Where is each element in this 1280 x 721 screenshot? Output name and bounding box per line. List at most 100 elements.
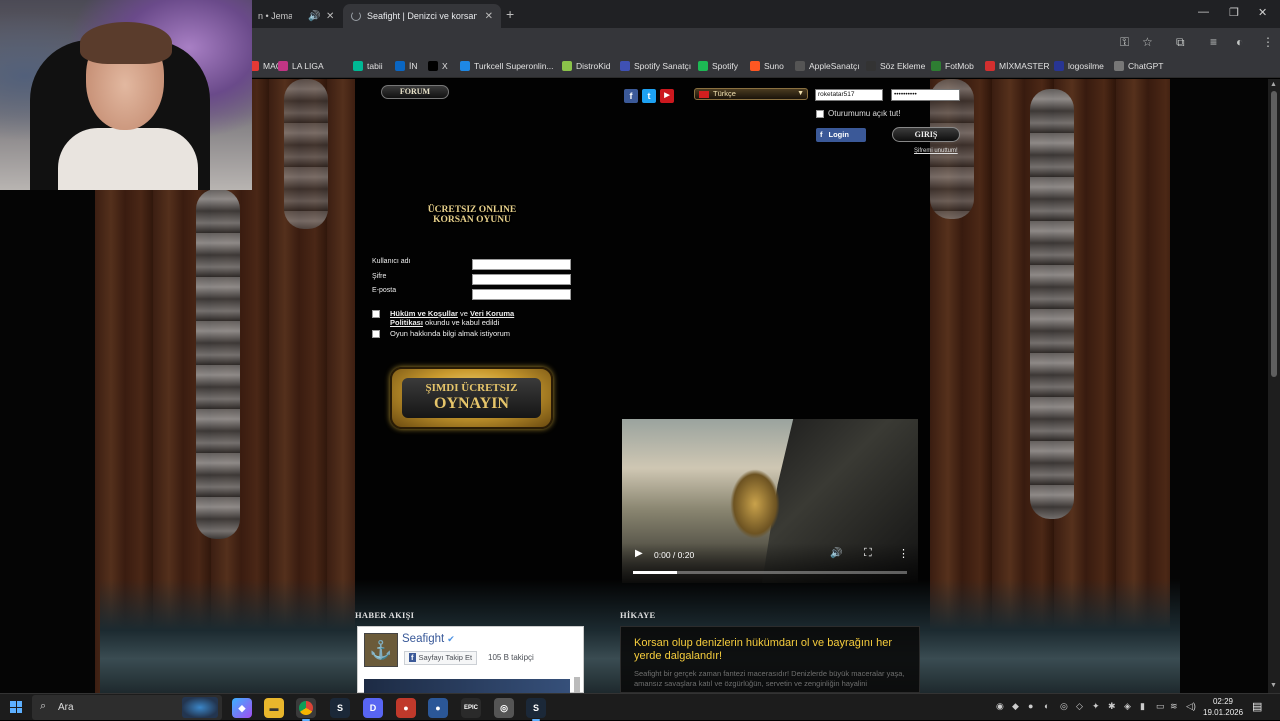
scroll-down-icon[interactable]: ▼ [1270,682,1277,689]
fb-follow-button[interactable]: f Sayfayı Takip Et [404,651,478,665]
bookmark-favicon-icon [620,61,630,71]
tray-icon[interactable]: ◉ [996,701,1004,712]
profile-icon[interactable]: ◐ [1236,35,1243,49]
password-input[interactable] [472,274,571,285]
speaker-icon[interactable]: 🔊 [308,11,320,22]
video-progress-bar[interactable] [633,571,907,574]
story-headline: Korsan olup denizlerin hükümdarı ol ve b… [634,637,893,662]
email-input[interactable] [472,289,571,300]
bookmark-star-icon[interactable]: ☆ [1142,35,1153,49]
bookmark-item[interactable]: tabii [353,61,383,71]
extensions-icon[interactable]: ⧉ [1176,35,1185,50]
tray-icon[interactable]: ◐ [1044,701,1049,711]
discord-icon[interactable]: D [363,698,383,718]
close-icon[interactable]: ✕ [485,11,493,22]
steam-running-icon[interactable]: S [526,698,546,721]
youtube-icon[interactable]: ▶ [660,89,674,103]
bookmark-item[interactable]: LA LIGA [278,61,324,71]
taskbar-clock[interactable]: 02:29 19.01.2026 [1203,696,1243,718]
wifi-icon[interactable]: ≋ [1170,701,1178,712]
terms-checkbox[interactable] [372,310,380,318]
tray-icon[interactable]: ◇ [1076,701,1083,712]
window-close-icon[interactable]: ✕ [1258,6,1267,19]
terms-suffix: okundu ve kabul edildi [422,318,500,327]
header-username-input[interactable]: roketatar517 [815,89,883,101]
epic-games-icon[interactable]: EPIC [461,698,481,718]
bookmark-item[interactable]: DistroKid [562,61,610,71]
volume-icon[interactable]: 🔊 [830,548,842,559]
page-scrollbar[interactable]: ▲ ▼ [1268,79,1280,693]
fb-follow-label: Sayfayı Takip Et [418,653,473,662]
twitter-icon[interactable]: t [642,89,656,103]
windows-start-icon[interactable] [10,701,22,713]
bookmark-item[interactable]: logosilme [1054,61,1104,71]
bookmark-item[interactable]: FotMob [931,61,974,71]
app-icon-blue[interactable]: ● [428,698,448,718]
tray-icon[interactable]: ✦ [1092,701,1100,712]
play-icon[interactable]: ▶ [635,548,643,559]
privacy-link[interactable]: Veri Koruma [470,309,514,318]
video-player[interactable]: ▶ 0:00 / 0:20 🔊 ⛶ ⋮ [622,419,918,583]
new-tab-icon[interactable]: + [506,6,514,22]
story-title: HİKAYE [620,610,656,620]
bookmark-item[interactable]: MİXMASTER [985,61,1050,71]
chain-left [196,189,240,539]
facebook-icon[interactable]: f [624,89,638,103]
remember-checkbox[interactable] [816,109,824,118]
volume-icon[interactable]: ◁) [1186,701,1196,712]
tab-seafight[interactable]: Seafight | Denizci ve korsanlar ✕ [343,4,501,28]
chrome-icon[interactable] [296,698,316,721]
play-now-button[interactable]: ŞIMDI ÜCRETSIZ OYNAYIN [390,367,553,429]
tray-icon[interactable]: ◎ [1060,701,1068,712]
file-explorer-icon[interactable]: ▬ [264,698,284,718]
forum-button[interactable]: FORUM [381,85,449,99]
network-icon[interactable]: ▭ [1156,701,1165,712]
tray-icon[interactable]: ▮ [1140,701,1145,712]
bookmark-item[interactable]: AppleSanatçı [795,61,860,71]
password-key-icon[interactable]: ⚿ [1120,35,1129,50]
tray-icon[interactable]: ◈ [1124,701,1131,712]
scroll-up-icon[interactable]: ▲ [1270,81,1277,88]
newsletter-checkbox[interactable] [372,330,380,338]
header-password-input[interactable]: •••••••••• [891,89,960,101]
bookmark-item[interactable]: Söz Ekleme [866,61,925,71]
close-icon[interactable]: ✕ [326,11,334,22]
fullscreen-icon[interactable]: ⛶ [864,547,872,560]
bookmark-label: DistroKid [576,61,611,71]
scrollbar-thumb[interactable] [1271,91,1277,377]
bookmark-item[interactable]: Spotify [698,61,738,71]
seafight-logo[interactable]: ⚓ [364,633,398,667]
bookmark-item[interactable]: İN [395,61,418,71]
app-icon-gray[interactable]: ◎ [494,698,514,718]
language-select[interactable]: Türkçe ▼ [694,88,808,100]
tray-icon[interactable]: ● [1028,701,1033,711]
copilot-icon[interactable]: ◆ [232,698,252,718]
bookmark-item[interactable]: MAÇ [249,61,282,71]
bookmark-item[interactable]: ChatGPT [1114,61,1163,71]
forgot-password-link[interactable]: Şifremi unuttum! [914,148,958,154]
media-controls-icon[interactable]: ≡ [1210,35,1217,49]
more-options-icon[interactable]: ⋮ [898,547,909,560]
fb-page-name[interactable]: Seafight ✔ [402,633,455,645]
privacy-link-cont[interactable]: Politikası [390,318,423,327]
notification-icon[interactable]: ▤ [1252,700,1262,713]
steam-icon[interactable]: S [330,698,350,718]
bookmark-item[interactable]: Turkcell Superonlin... [460,61,554,71]
login-button[interactable]: GIRIŞ [892,127,960,142]
username-input[interactable] [472,259,571,270]
bookmark-item[interactable]: X [428,61,448,71]
remember-me[interactable]: Oturumumu açık tut! [816,109,900,118]
tray-icon[interactable]: ✱ [1108,701,1116,712]
taskbar-search[interactable]: ⌕ Ara [32,695,222,720]
bookmark-item[interactable]: Suno [750,61,784,71]
restore-icon[interactable]: ❐ [1229,6,1239,19]
terms-link[interactable]: Hüküm ve Koşullar [390,309,458,318]
facebook-login-button[interactable]: f Login [816,128,866,142]
tab-jemal[interactable]: n • Jemal 🔊 ✕ [252,4,340,28]
menu-icon[interactable]: ⋮ [1262,35,1274,49]
tray-icon[interactable]: ◆ [1012,701,1019,712]
bookmark-item[interactable]: Spotify Sanatçı [620,61,691,71]
fb-scrollbar[interactable] [574,677,580,693]
minimize-icon[interactable]: — [1198,6,1209,18]
app-icon[interactable]: ● [396,698,416,718]
